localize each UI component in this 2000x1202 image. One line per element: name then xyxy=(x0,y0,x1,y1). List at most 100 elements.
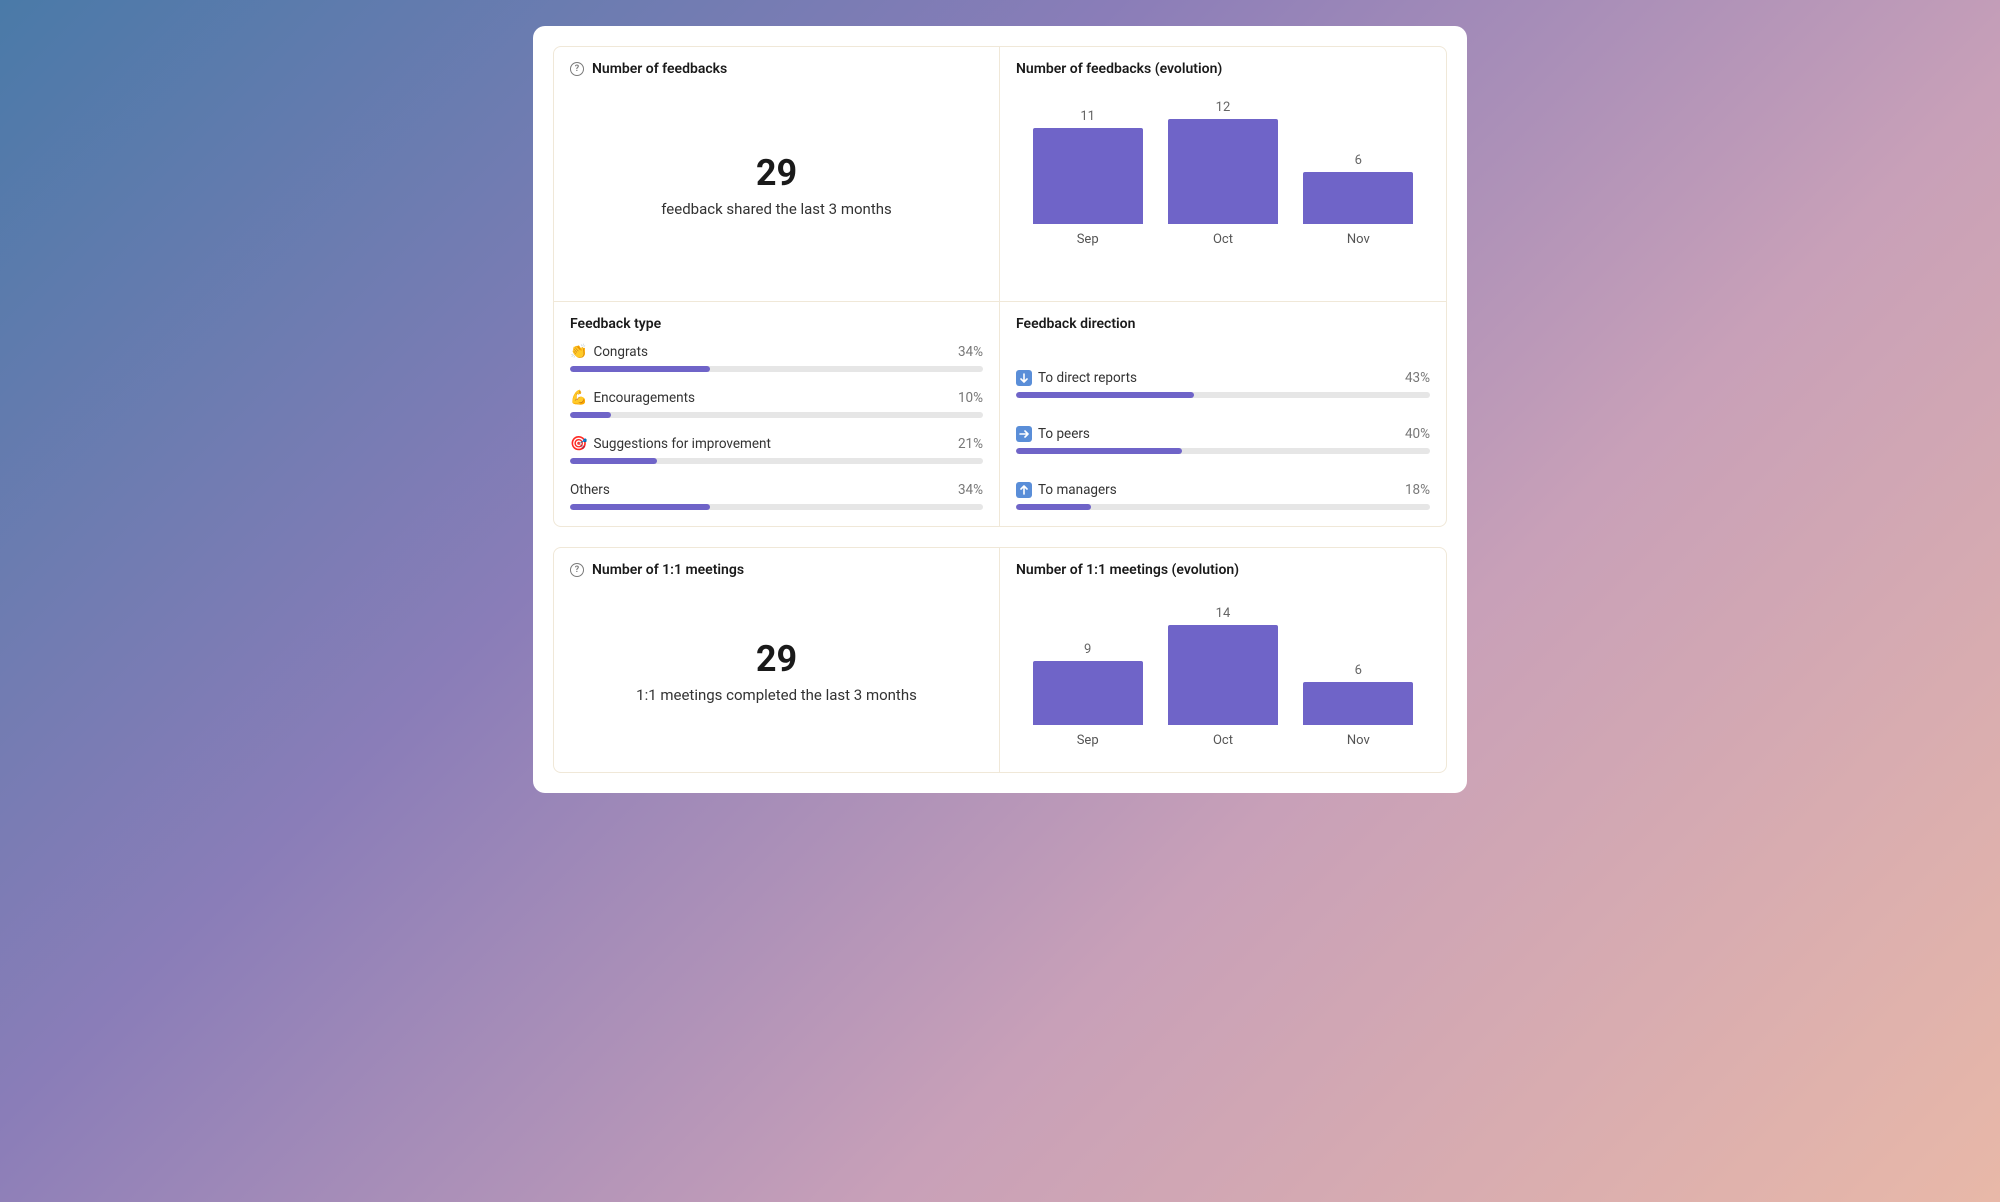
progress-label: To peers xyxy=(1016,426,1090,442)
kpi-caption: feedback shared the last 3 months xyxy=(661,200,891,218)
panel-header: Number of 1:1 meetings (evolution) xyxy=(1016,562,1430,578)
progress-head: 👏Congrats34% xyxy=(570,344,983,360)
progress-percent: 34% xyxy=(958,482,983,498)
progress-fill xyxy=(1016,448,1182,454)
bar-category-label: Sep xyxy=(1077,733,1099,748)
progress-head: To managers 18% xyxy=(1016,482,1430,498)
progress-label-text: To peers xyxy=(1038,426,1090,442)
panel-title: Feedback direction xyxy=(1016,316,1135,332)
panel-title: Number of 1:1 meetings xyxy=(592,562,744,578)
progress-row: 👏Congrats34% xyxy=(570,344,983,372)
panel-title: Feedback type xyxy=(570,316,661,332)
panel-num-meetings: ? Number of 1:1 meetings 29 1:1 meetings… xyxy=(554,548,1000,772)
bar-rect xyxy=(1303,172,1413,225)
progress-label-text: Congrats xyxy=(593,344,648,360)
section-feedbacks: ? Number of feedbacks 29 feedback shared… xyxy=(553,46,1447,527)
panel-header: ? Number of 1:1 meetings xyxy=(570,562,983,578)
progress-track xyxy=(570,412,983,418)
panel-feedbacks-evolution: Number of feedbacks (evolution) 11 Sep 12O… xyxy=(1000,47,1446,302)
panel-title: Number of feedbacks (evolution) xyxy=(1016,61,1222,77)
progress-percent: 18% xyxy=(1405,482,1430,498)
arrow-down-icon xyxy=(1016,370,1032,386)
progress-track xyxy=(1016,392,1430,398)
progress-fill xyxy=(570,458,657,464)
progress-label: 💪Encouragements xyxy=(570,390,695,406)
arrow-right-icon xyxy=(1016,426,1032,442)
progress-label: 🎯 Suggestions for improvement xyxy=(570,436,771,452)
bar-value-label: 6 xyxy=(1355,153,1362,168)
bar-column: 11 Sep xyxy=(1027,109,1149,247)
emoji-icon: 👏 xyxy=(570,344,587,360)
progress-fill xyxy=(570,412,611,418)
progress-label: To direct reports xyxy=(1016,370,1137,386)
progress-head: Others 34% xyxy=(570,482,983,498)
progress-row: 💪Encouragements 10% xyxy=(570,390,983,418)
progress-row: To direct reports 43% xyxy=(1016,370,1430,398)
bar-value-label: 6 xyxy=(1355,663,1362,678)
progress-list: To direct reports 43% To peers 40% To manage… xyxy=(1016,370,1430,510)
progress-label-text: Suggestions for improvement xyxy=(593,436,770,452)
kpi-block: 29 1:1 meetings completed the last 3 mon… xyxy=(570,586,983,756)
progress-label-text: Others xyxy=(570,482,610,498)
progress-track xyxy=(570,366,983,372)
progress-label-text: Encouragements xyxy=(593,390,695,406)
panel-header: Feedback type xyxy=(570,316,983,332)
kpi-caption: 1:1 meetings completed the last 3 months xyxy=(636,686,917,704)
progress-row: To managers 18% xyxy=(1016,482,1430,510)
progress-fill xyxy=(1016,392,1194,398)
bar-column: 9 Sep xyxy=(1027,642,1149,748)
progress-list: 👏 Congrats 34% 💪Encouragements 10% 🎯 Suggestio… xyxy=(570,344,983,510)
panel-feedback-type: Feedback type 👏 Congrats 34% 💪Encouragement… xyxy=(554,302,1000,526)
bar-value-label: 9 xyxy=(1084,642,1091,657)
progress-track xyxy=(570,458,983,464)
bar-value-label: 12 xyxy=(1216,100,1231,115)
progress-track xyxy=(570,504,983,510)
bar-category-label: Sep xyxy=(1077,232,1099,247)
progress-head: 💪Encouragements 10% xyxy=(570,390,983,406)
bar-rect xyxy=(1303,682,1413,725)
bar-category-label: Nov xyxy=(1347,733,1370,748)
progress-percent: 40% xyxy=(1405,426,1430,442)
arrow-up-icon xyxy=(1016,482,1032,498)
bar-rect xyxy=(1168,625,1278,725)
bar-column: 6 Nov xyxy=(1297,153,1419,248)
progress-percent: 43% xyxy=(1405,370,1430,386)
progress-label: 👏 Congrats xyxy=(570,344,648,360)
bar-category-label: Oct xyxy=(1213,733,1233,748)
panel-header: Number of feedbacks (evolution) xyxy=(1016,61,1430,77)
bar-rect xyxy=(1168,119,1278,224)
bar-value-label: 14 xyxy=(1216,606,1231,621)
progress-row: Others 34% xyxy=(570,482,983,510)
bar-column: 6 Nov xyxy=(1297,663,1419,748)
progress-percent: 10% xyxy=(958,390,983,406)
progress-label: To managers xyxy=(1016,482,1117,498)
progress-track xyxy=(1016,448,1430,454)
progress-track xyxy=(1016,504,1430,510)
progress-fill xyxy=(570,366,710,372)
progress-row: 🎯 Suggestions for improvement 21% xyxy=(570,436,983,464)
emoji-icon: 🎯 xyxy=(570,436,587,452)
progress-percent: 21% xyxy=(958,436,983,452)
progress-row: To peers 40% xyxy=(1016,426,1430,454)
panel-title: Number of 1:1 meetings (evolution) xyxy=(1016,562,1239,578)
progress-head: To peers 40% xyxy=(1016,426,1430,442)
panel-header: Feedback direction xyxy=(1016,316,1430,332)
dashboard-card: ? Number of feedbacks 29 feedback shared… xyxy=(533,26,1467,793)
progress-label-text: To managers xyxy=(1038,482,1117,498)
panel-feedback-direction: Feedback direction To direct reports43%T… xyxy=(1000,302,1446,526)
bar-value-label: 11 xyxy=(1080,109,1095,124)
bar-rect xyxy=(1033,128,1143,224)
progress-head: To direct reports 43% xyxy=(1016,370,1430,386)
bar-column: 14 Oct xyxy=(1162,606,1284,748)
help-icon[interactable]: ? xyxy=(570,62,584,76)
bar-chart-meetings: 9 Sep 14 Oct 6 Nov xyxy=(1016,588,1430,748)
bar-column: 12Oct xyxy=(1162,100,1284,247)
panel-header: ? Number of feedbacks xyxy=(570,61,983,77)
kpi-value: 29 xyxy=(756,638,797,680)
progress-fill xyxy=(1016,504,1091,510)
bar-category-label: Nov xyxy=(1347,232,1370,247)
progress-fill xyxy=(570,504,710,510)
help-icon[interactable]: ? xyxy=(570,563,584,577)
panel-title: Number of feedbacks xyxy=(592,61,727,77)
progress-label-text: To direct reports xyxy=(1038,370,1137,386)
